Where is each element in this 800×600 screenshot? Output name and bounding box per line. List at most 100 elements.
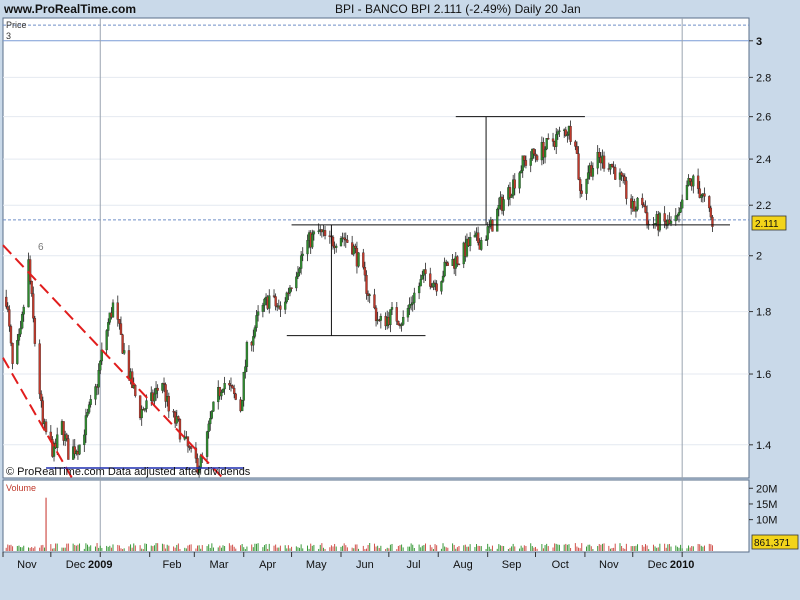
candle-body: [402, 317, 405, 325]
candle-body: [56, 434, 59, 449]
candle-body: [209, 418, 212, 425]
candle-body: [245, 342, 249, 367]
candle-body: [620, 172, 623, 176]
candle-body: [681, 199, 684, 209]
time-tick-label: Jul: [407, 559, 421, 571]
candle-body: [529, 158, 532, 166]
candle-body: [111, 302, 115, 318]
candle-body: [19, 327, 22, 335]
candle-body: [674, 215, 677, 222]
price-panel: [2, 17, 750, 479]
candle-body: [263, 298, 266, 306]
last-price-value: 2.111: [755, 219, 779, 230]
candle-body: [575, 146, 579, 154]
candle-body: [644, 206, 647, 213]
candle-body: [306, 240, 309, 255]
candle-body: [357, 252, 360, 267]
candle-body: [669, 220, 673, 224]
candle-body: [513, 179, 516, 189]
candle-body: [457, 263, 461, 266]
volume-tick-label: 20M: [756, 483, 777, 495]
candle-body: [78, 444, 81, 455]
candle-body: [84, 415, 88, 436]
candle-body: [233, 387, 236, 395]
candle-body: [685, 185, 689, 201]
candle-body: [220, 392, 223, 397]
candle-body: [614, 167, 617, 180]
candle-body: [677, 212, 681, 216]
candle-body: [153, 393, 156, 402]
candle-body: [480, 240, 483, 250]
price-tick-label: 3: [756, 36, 762, 48]
candle-body: [38, 343, 41, 395]
candle-body: [312, 231, 316, 235]
candle-body: [183, 437, 186, 440]
candle-body: [335, 245, 338, 248]
candle-body: [556, 131, 559, 135]
candle-body: [210, 411, 214, 419]
time-tick-label: 2009: [88, 559, 112, 571]
candle-body: [274, 296, 277, 307]
candle-body: [234, 393, 237, 400]
candle-body: [253, 327, 257, 337]
candle-body: [143, 408, 147, 411]
candle-body: [709, 207, 713, 218]
candle-body: [207, 423, 210, 432]
candle-body: [140, 409, 143, 419]
candle-body: [362, 252, 365, 268]
candle-body: [519, 170, 523, 174]
candle-body: [118, 319, 121, 324]
candle-body: [255, 315, 258, 328]
candle-body: [708, 196, 711, 209]
candle-body: [295, 276, 298, 289]
candle-body: [625, 180, 628, 199]
candle-body: [221, 388, 225, 393]
candle-body: [441, 275, 445, 282]
candle-body: [178, 419, 182, 440]
price-tick-label: 1.8: [756, 307, 771, 319]
time-tick-label: Aug: [453, 559, 473, 571]
time-tick-label: Mar: [210, 559, 229, 571]
candle-body: [534, 153, 537, 156]
price-tick-label: 2.6: [756, 112, 771, 124]
candle-body: [658, 213, 662, 231]
candle-body: [11, 342, 14, 364]
candle-body: [134, 385, 137, 396]
candle-body: [296, 272, 300, 277]
candle-body: [580, 190, 583, 194]
candle-body: [123, 350, 126, 354]
price-axis: 1.4 1.6 1.8 2 2.2 2.4 2.6 2.8 3: [749, 36, 771, 452]
chart-canvas: 1.4 1.6 1.8 2 2.2 2.4 2.6 2.8 3 20M 15M 10M Nov Dec…: [2, 17, 799, 571]
candle-body: [261, 304, 265, 312]
candle-body: [491, 219, 494, 232]
candle-body: [177, 416, 180, 420]
candle-body: [285, 292, 288, 303]
candle-body: [591, 168, 595, 177]
candle-body: [496, 209, 499, 232]
candle-body: [634, 209, 638, 212]
candle-body: [301, 253, 304, 256]
candle-body: [397, 321, 400, 326]
candle-body: [411, 302, 414, 305]
candle-body: [406, 308, 410, 318]
candle-body: [279, 305, 282, 310]
candle-body: [598, 152, 601, 158]
candle-body: [83, 434, 86, 445]
candle-body: [585, 178, 588, 194]
time-tick-label: Oct: [552, 559, 569, 571]
candle-body: [167, 396, 170, 412]
candle-body: [6, 306, 9, 310]
price-tick-label: 2.4: [756, 154, 771, 166]
candle-body: [363, 267, 367, 276]
candle-body: [610, 164, 614, 167]
candle-body: [311, 233, 314, 248]
time-tick-label: May: [306, 559, 327, 571]
candle-body: [16, 340, 19, 364]
candle-body: [20, 314, 24, 329]
candle-body: [240, 400, 244, 412]
candle-body: [40, 393, 43, 401]
candle-body: [105, 330, 108, 351]
time-tick-label: Sep: [502, 559, 522, 571]
candle-body: [189, 447, 193, 449]
candle-body: [641, 197, 644, 205]
